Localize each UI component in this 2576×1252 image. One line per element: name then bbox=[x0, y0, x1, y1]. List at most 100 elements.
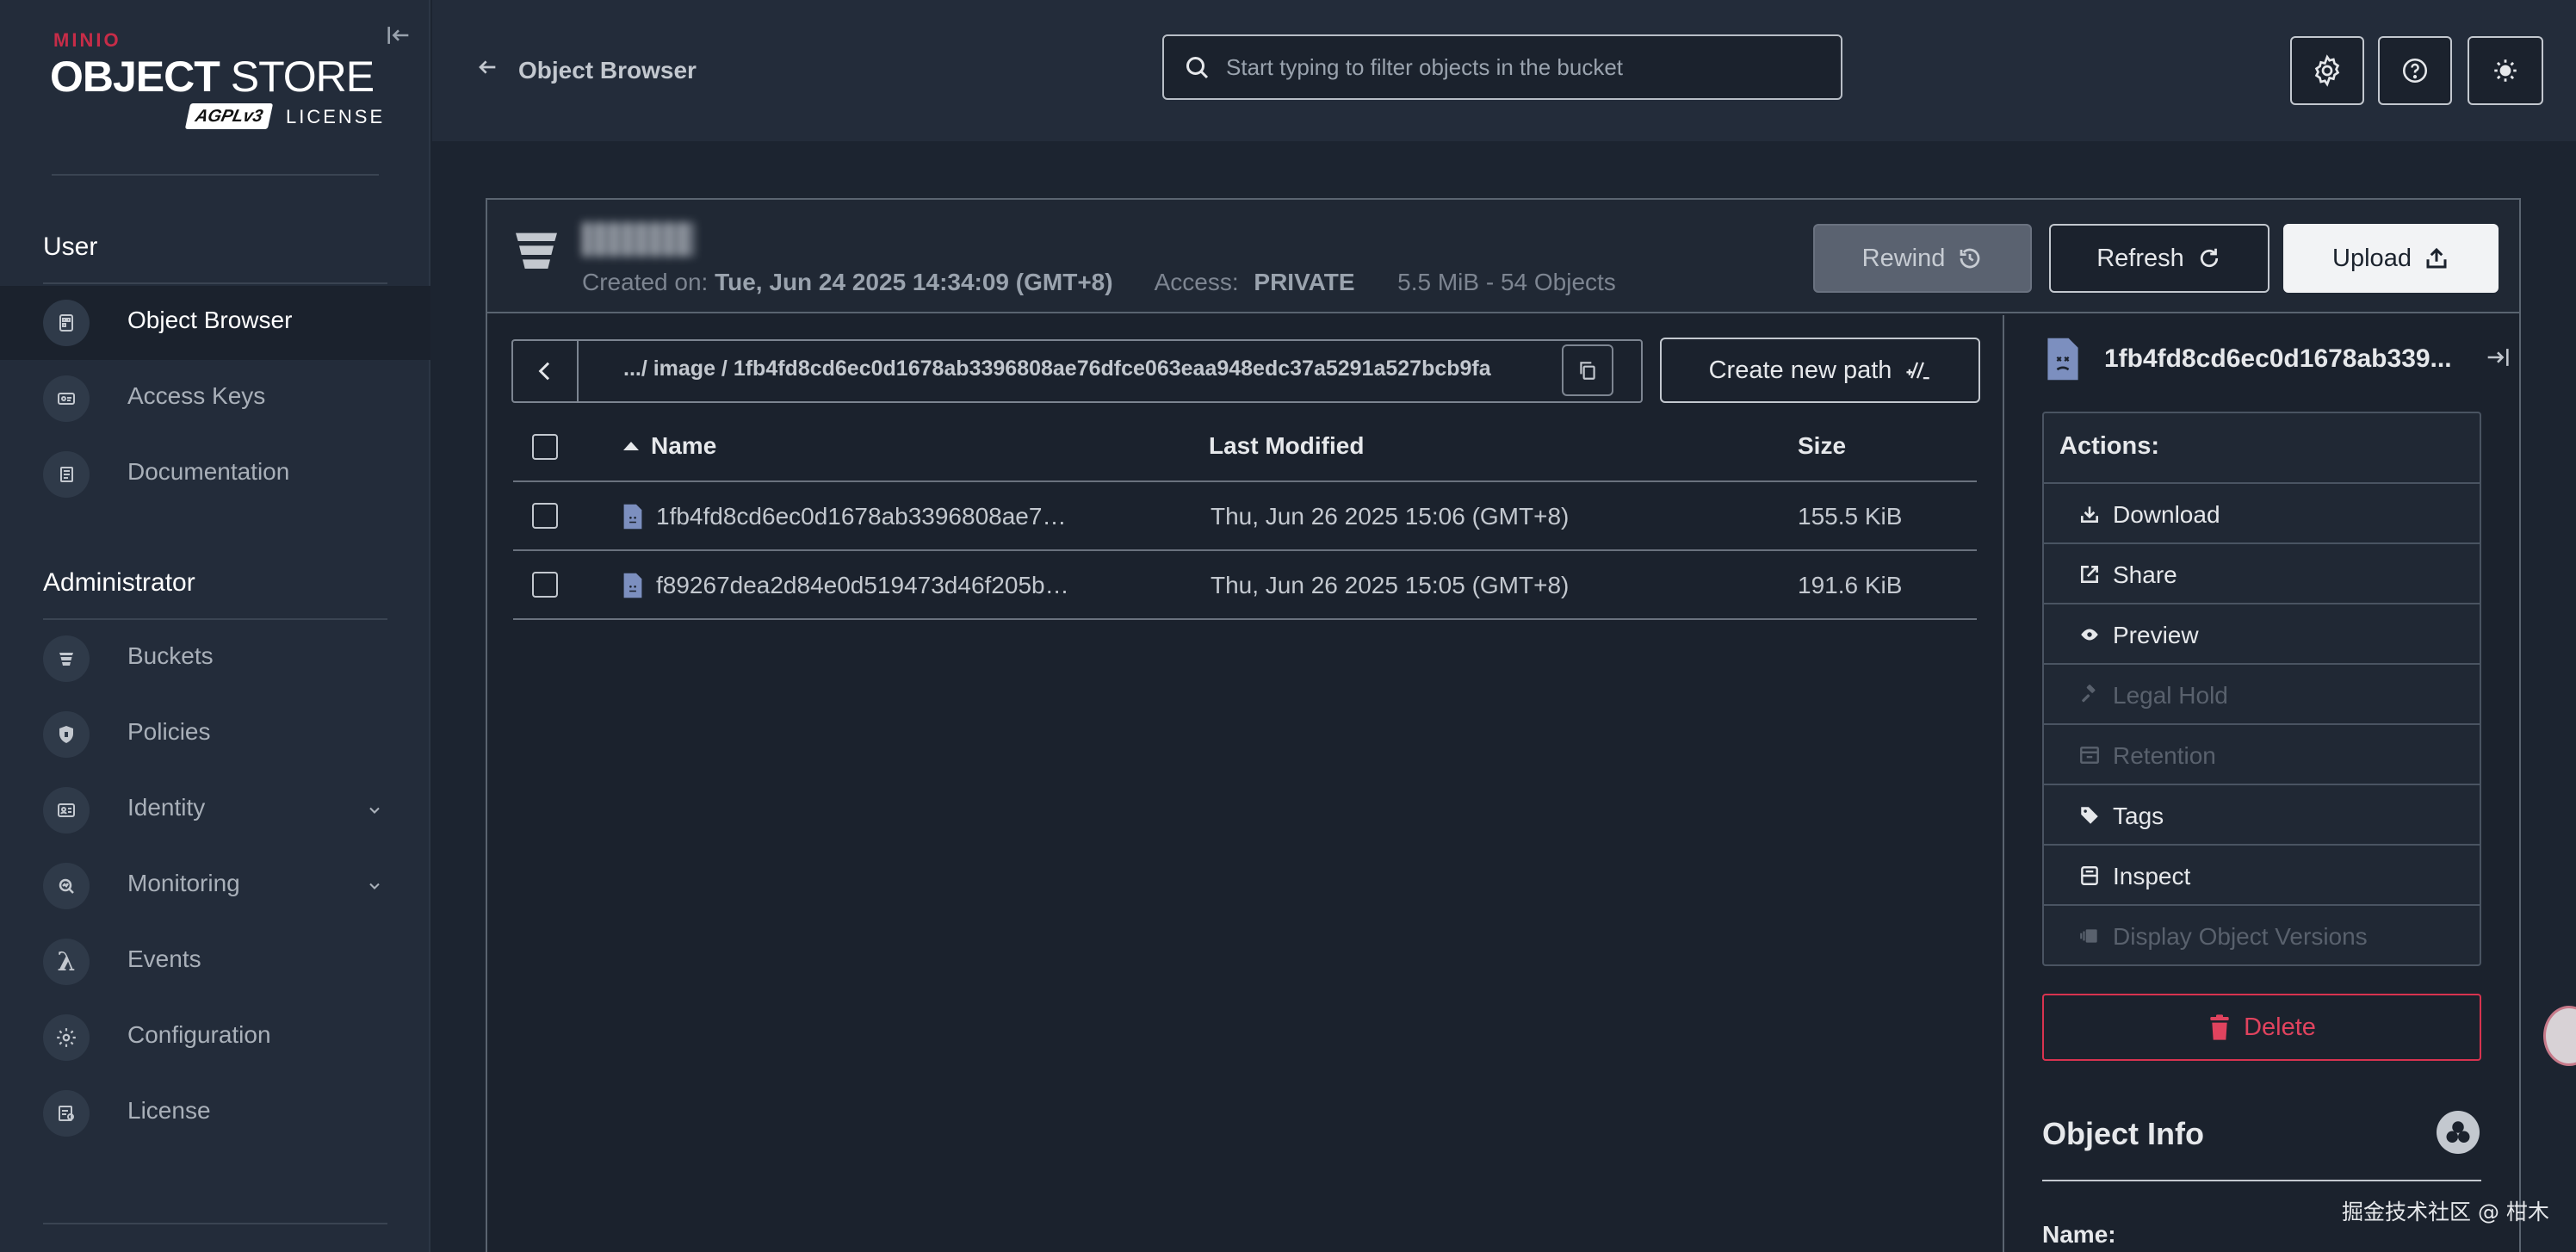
image-file-icon bbox=[2044, 336, 2082, 382]
create-new-path-button[interactable]: Create new path bbox=[1660, 338, 1980, 403]
row-divider bbox=[513, 618, 1977, 620]
chevron-down-icon[interactable] bbox=[360, 871, 389, 901]
logo-title-light: STORE bbox=[230, 53, 375, 101]
action-legal-hold[interactable]: Legal Hold bbox=[2044, 663, 2480, 723]
action-download[interactable]: Download bbox=[2044, 482, 2480, 542]
retention-icon bbox=[2080, 747, 2099, 764]
row-size: 191.6 KiB bbox=[1798, 572, 1903, 598]
documentation-icon bbox=[43, 451, 90, 498]
identity-icon bbox=[43, 787, 90, 834]
column-header-modified[interactable]: Last Modified bbox=[1209, 432, 1364, 460]
sidebar-item-documentation[interactable]: Documentation bbox=[0, 437, 430, 511]
upload-button[interactable]: Upload bbox=[2283, 224, 2499, 293]
column-header-name[interactable]: Name bbox=[651, 432, 716, 460]
gavel-icon bbox=[2082, 685, 2096, 703]
row-checkbox[interactable] bbox=[532, 503, 558, 529]
sidebar-item-access-keys[interactable]: Access Keys bbox=[0, 362, 430, 436]
refresh-button[interactable]: Refresh bbox=[2049, 224, 2269, 293]
sidebar-item-monitoring[interactable]: Monitoring bbox=[0, 849, 430, 923]
sidebar-item-label: Documentation bbox=[127, 458, 290, 485]
create-path-label: Create new path bbox=[1708, 356, 1892, 384]
action-share[interactable]: Share bbox=[2044, 542, 2480, 603]
sort-asc-icon[interactable] bbox=[622, 439, 641, 453]
action-preview[interactable]: Preview bbox=[2044, 603, 2480, 663]
row-filename: f89267dea2d84e0d519473d46f205b9f10c7... bbox=[656, 572, 1069, 598]
versions-icon bbox=[2080, 929, 2097, 943]
details-divider bbox=[2003, 315, 2004, 1252]
row-filename: 1fb4fd8cd6ec0d1678ab3396808ae76dfce06... bbox=[656, 503, 1069, 530]
sidebar-item-configuration[interactable]: Configuration bbox=[0, 1001, 430, 1075]
action-label: Share bbox=[2113, 561, 2177, 588]
rewind-label: Rewind bbox=[1861, 244, 1946, 272]
close-panel-icon[interactable] bbox=[2483, 343, 2512, 372]
sidebar-item-object-browser[interactable]: Object Browser bbox=[0, 286, 430, 360]
rewind-button[interactable]: Rewind bbox=[1813, 224, 2032, 293]
sidebar-item-label: License bbox=[127, 1097, 211, 1124]
action-tags[interactable]: Tags bbox=[2044, 784, 2480, 844]
sidebar: MINIO OBJECT STORE AGPLv3 LICENSE User O… bbox=[0, 0, 430, 1252]
action-label: Retention bbox=[2113, 742, 2216, 769]
policies-icon bbox=[43, 711, 90, 758]
action-label: Preview bbox=[2113, 622, 2199, 648]
object-name-label: Name: bbox=[2042, 1221, 2116, 1248]
sidebar-item-label: Buckets bbox=[127, 642, 214, 669]
floating-assistant-button[interactable] bbox=[2543, 1006, 2576, 1066]
theme-toggle-button[interactable] bbox=[2468, 36, 2543, 105]
select-all-checkbox[interactable] bbox=[532, 434, 558, 460]
upload-icon bbox=[2426, 247, 2447, 269]
object-info-icon[interactable] bbox=[2437, 1111, 2480, 1154]
tag-icon bbox=[2081, 807, 2098, 824]
current-path[interactable]: .../ image / 1fb4fd8cd6ec0d1678ab3396808… bbox=[623, 356, 1491, 381]
sidebar-item-label: Monitoring bbox=[127, 870, 240, 896]
path-back-button[interactable] bbox=[513, 341, 579, 401]
sidebar-item-license[interactable]: License bbox=[0, 1076, 430, 1150]
selected-object-name: 1fb4fd8cd6ec0d1678ab339... bbox=[2104, 344, 2452, 373]
sidebar-item-identity[interactable]: Identity bbox=[0, 773, 430, 847]
collapse-sidebar-icon[interactable] bbox=[384, 21, 413, 50]
section-title-administrator: Administrator bbox=[43, 568, 195, 597]
action-retention[interactable]: Retention bbox=[2044, 723, 2480, 784]
table-row[interactable]: 1fb4fd8cd6ec0d1678ab3396808ae76dfce06...… bbox=[513, 482, 1977, 549]
section-divider bbox=[43, 618, 387, 620]
object-info-title: Object Info bbox=[2042, 1116, 2204, 1151]
action-inspect[interactable]: Inspect bbox=[2044, 844, 2480, 904]
breadcrumb[interactable]: Object Browser bbox=[518, 57, 697, 84]
sidebar-item-policies[interactable]: Policies bbox=[0, 697, 430, 772]
trash-icon bbox=[2210, 1014, 2229, 1040]
access-label: Access: bbox=[1154, 269, 1239, 295]
sidebar-divider bbox=[43, 1223, 387, 1224]
settings-button[interactable] bbox=[2290, 36, 2364, 105]
logo-brand: MINIO bbox=[53, 29, 121, 51]
image-file-icon bbox=[622, 572, 644, 599]
search-input[interactable] bbox=[1226, 48, 1829, 86]
refresh-icon bbox=[2200, 248, 2218, 268]
logo-agpl-badge: AGPLv3 bbox=[184, 103, 274, 129]
upload-label: Upload bbox=[2332, 244, 2412, 272]
action-display-versions[interactable]: Display Object Versions bbox=[2044, 904, 2480, 964]
copy-icon bbox=[1580, 362, 1595, 380]
column-header-size[interactable]: Size bbox=[1798, 432, 1846, 460]
sidebar-item-events[interactable]: λ Events bbox=[0, 925, 430, 999]
delete-button[interactable]: Delete bbox=[2042, 994, 2481, 1061]
back-arrow-icon[interactable] bbox=[474, 53, 501, 81]
logo-title: OBJECT STORE bbox=[50, 52, 375, 102]
row-checkbox[interactable] bbox=[532, 572, 558, 598]
refresh-label: Refresh bbox=[2096, 244, 2184, 272]
watermark: 掘金技术社区 @ 柑木 bbox=[2342, 1199, 2549, 1224]
history-icon bbox=[1960, 248, 1980, 269]
sidebar-item-buckets[interactable]: Buckets bbox=[0, 622, 430, 696]
row-size: 155.5 KiB bbox=[1798, 503, 1903, 530]
sidebar-item-label: Object Browser bbox=[127, 307, 293, 333]
action-label: Display Object Versions bbox=[2113, 923, 2368, 950]
copy-path-button[interactable] bbox=[1562, 344, 1613, 396]
sidebar-item-label: Identity bbox=[127, 794, 206, 821]
table-row[interactable]: f89267dea2d84e0d519473d46f205b9f10c7... … bbox=[513, 551, 1977, 618]
search-box[interactable] bbox=[1162, 34, 1842, 100]
help-button[interactable] bbox=[2378, 36, 2452, 105]
chevron-down-icon[interactable] bbox=[360, 796, 389, 825]
license-icon bbox=[43, 1090, 90, 1137]
gear-icon bbox=[43, 1014, 90, 1061]
created-label: Created on: bbox=[582, 269, 709, 295]
sidebar-item-label: Access Keys bbox=[127, 382, 266, 409]
share-icon bbox=[2081, 566, 2098, 583]
